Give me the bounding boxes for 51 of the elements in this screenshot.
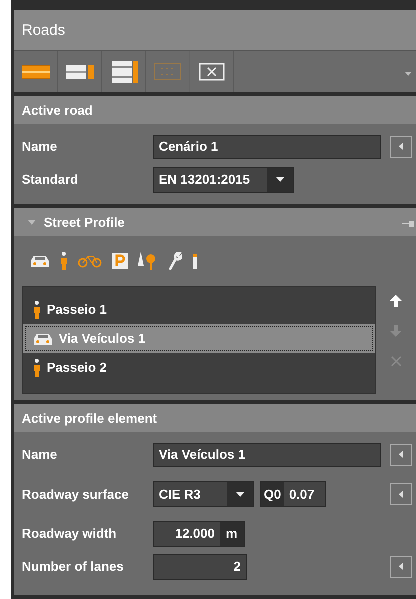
- reset-button[interactable]: [390, 556, 412, 578]
- caret-left-icon: [399, 563, 403, 570]
- dropdown[interactable]: CIE R3: [153, 481, 254, 507]
- reset-button[interactable]: [390, 483, 412, 505]
- pedestrian-icon: [60, 252, 68, 270]
- field-label: Roadway surface: [22, 486, 130, 502]
- pedestrian-icon: [33, 358, 41, 376]
- pedestrian-icon: [33, 300, 41, 318]
- section-header: Active profile element: [14, 404, 416, 432]
- number-field[interactable]: 12.000 m: [153, 520, 245, 546]
- dropdown-caret-icon: [276, 177, 284, 182]
- section-header[interactable]: Street Profile: [14, 208, 416, 236]
- parking-icon: [112, 253, 128, 269]
- road-double-icon: [110, 60, 138, 82]
- field-label: Number of lanes: [22, 559, 125, 574]
- close-icon: [390, 356, 402, 366]
- dropdown[interactable]: EN 13201:2015: [153, 166, 294, 192]
- collapse-caret-icon: [28, 220, 36, 224]
- car-icon: [30, 254, 50, 268]
- dropdown-caret-icon: [236, 492, 244, 496]
- car-icon: [33, 332, 53, 346]
- pin-icon[interactable]: [402, 220, 416, 226]
- road-icon: [22, 64, 50, 78]
- bicycle-icon: [78, 254, 102, 268]
- caret-left-icon: [399, 490, 403, 498]
- q0-field[interactable]: Q0 0.07: [260, 481, 326, 507]
- field-label: Standard: [22, 172, 80, 187]
- arrow-down-icon: [390, 325, 402, 337]
- grid-icon: [154, 62, 182, 80]
- reset-button[interactable]: [390, 444, 412, 466]
- tree-lamp-icon: [138, 252, 158, 270]
- field-label: Roadway width: [22, 526, 118, 541]
- number-field[interactable]: 2: [153, 554, 247, 580]
- close-icon: [198, 62, 224, 80]
- caret-left-icon: [399, 143, 403, 150]
- overflow-caret-icon[interactable]: [405, 72, 412, 76]
- wrench-icon: [168, 252, 182, 270]
- arrow-up-icon: [390, 295, 402, 307]
- section-header: Active road: [14, 96, 416, 124]
- text-field[interactable]: Cenário 1: [153, 134, 381, 158]
- text-field[interactable]: Via Veículos 1: [153, 442, 381, 466]
- field-label: Name: [22, 139, 58, 154]
- profile-list-item[interactable]: Passeio 1: [23, 295, 375, 324]
- section-title: Street Profile: [44, 214, 125, 230]
- field-label: Name: [22, 447, 58, 462]
- bollard-icon: [192, 253, 198, 269]
- panel-title: Roads: [14, 10, 416, 50]
- profile-list-item[interactable]: Passeio 2: [23, 353, 375, 382]
- caret-left-icon: [399, 451, 403, 458]
- reset-button[interactable]: [390, 136, 412, 158]
- road-sidewalk-icon: [66, 64, 94, 78]
